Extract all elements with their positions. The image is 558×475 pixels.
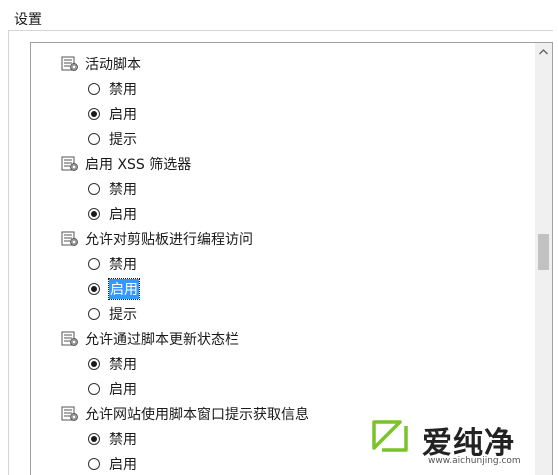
watermark-url: www.aichunjing.com	[428, 456, 521, 466]
radio-option[interactable]: 提示	[31, 126, 521, 151]
radio-option[interactable]: 禁用	[31, 351, 521, 376]
radio-option-label: 禁用	[109, 256, 137, 273]
radio-checked-icon[interactable]	[88, 107, 100, 120]
radio-unchecked-icon[interactable]	[88, 132, 100, 145]
radio-option-label: 提示	[109, 306, 137, 323]
radio-option-label: 启用	[109, 456, 137, 473]
setting-title: 允许通过脚本更新状态栏	[31, 326, 521, 351]
radio-unchecked-icon[interactable]	[88, 307, 100, 320]
radio-option-label: 提示	[109, 131, 137, 148]
radio-option-label: 启用	[109, 206, 137, 223]
radio-dot	[91, 435, 97, 442]
setting-title-label: 启用 XSS 筛选器	[85, 156, 192, 173]
radio-checked-icon[interactable]	[88, 282, 100, 295]
radio-option[interactable]: 禁用	[31, 76, 521, 101]
radio-dot	[91, 210, 97, 217]
brand-logo-icon	[372, 420, 408, 452]
scrollbar-thumb[interactable]	[538, 234, 549, 270]
setting-title-label: 允许网站使用脚本窗口提示获取信息	[85, 406, 309, 423]
radio-dot	[91, 360, 97, 367]
radio-option[interactable]: 禁用	[31, 176, 521, 201]
radio-unchecked-icon[interactable]	[88, 457, 100, 470]
radio-option[interactable]: 提示	[31, 301, 521, 326]
radio-option[interactable]: 启用	[31, 101, 521, 126]
radio-unchecked-icon[interactable]	[88, 82, 100, 95]
script-setting-icon	[61, 156, 78, 171]
setting-title: 启用 XSS 筛选器	[31, 151, 521, 176]
chevron-up-icon	[539, 48, 548, 54]
radio-option-label: 启用	[109, 381, 137, 398]
script-setting-icon	[61, 331, 78, 346]
scroll-up-button[interactable]	[535, 43, 552, 60]
radio-checked-icon[interactable]	[88, 432, 100, 445]
setting-group: 启用 XSS 筛选器禁用启用	[31, 151, 521, 226]
radio-option[interactable]: 启用	[31, 276, 521, 301]
setting-group: 允许通过脚本更新状态栏禁用启用	[31, 326, 521, 401]
radio-option-label: 禁用	[109, 356, 137, 373]
script-setting-icon	[61, 56, 78, 71]
setting-title-label: 允许通过脚本更新状态栏	[85, 331, 239, 348]
setting-title: 允许对剪贴板进行编程访问	[31, 226, 521, 251]
ie-security-settings-dialog: 设置 活动脚本 禁用 启用 提示 启用 XSS 筛选器 禁用 启用 允许对剪贴板进行编程访问禁…	[0, 0, 558, 475]
setting-title-label: 活动脚本	[85, 56, 141, 73]
radio-option-label: 启用	[109, 106, 137, 123]
radio-option-label: 禁用	[109, 431, 137, 448]
settings-group-title: 设置	[14, 12, 42, 28]
script-setting-icon	[61, 231, 78, 246]
radio-option[interactable]: 启用	[31, 201, 521, 226]
watermark: 爱纯净 www.aichunjing.com	[370, 410, 558, 475]
radio-unchecked-icon[interactable]	[88, 257, 100, 270]
setting-group: 允许对剪贴板进行编程访问禁用启用提示	[31, 226, 521, 326]
setting-group: 活动脚本禁用启用提示	[31, 51, 521, 151]
radio-option[interactable]: 禁用	[31, 251, 521, 276]
radio-unchecked-icon[interactable]	[88, 182, 100, 195]
radio-option-label: 禁用	[109, 81, 137, 98]
radio-checked-icon[interactable]	[88, 357, 100, 370]
radio-dot	[91, 110, 97, 117]
script-setting-icon	[61, 406, 78, 421]
radio-option-label: 启用	[108, 277, 140, 300]
radio-checked-icon[interactable]	[88, 207, 100, 220]
radio-dot	[91, 285, 97, 292]
radio-option[interactable]: 启用	[31, 376, 521, 401]
radio-option-label: 禁用	[109, 181, 137, 198]
setting-title: 活动脚本	[31, 51, 521, 76]
radio-unchecked-icon[interactable]	[88, 382, 100, 395]
setting-title-label: 允许对剪贴板进行编程访问	[85, 231, 253, 248]
